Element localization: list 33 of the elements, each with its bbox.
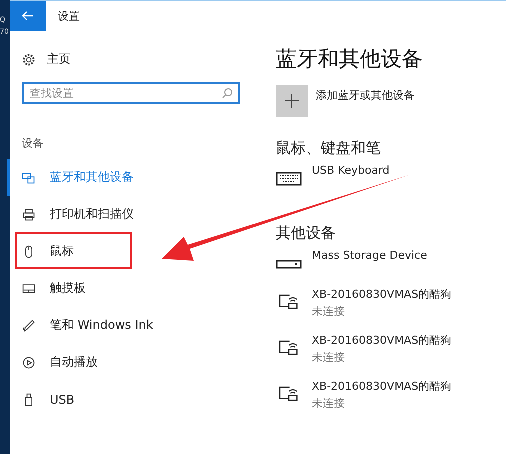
plus-icon xyxy=(285,94,299,108)
touchpad-icon xyxy=(22,282,36,296)
section-heading: 设备 xyxy=(22,136,45,151)
sidebar-item[interactable]: 蓝牙和其他设备 xyxy=(7,159,134,196)
printer-icon xyxy=(22,208,36,222)
back-arrow-icon xyxy=(22,11,34,21)
page-title: 蓝牙和其他设备 xyxy=(276,46,424,73)
play-icon xyxy=(22,356,36,370)
search-icon xyxy=(222,88,233,99)
sidebar-item[interactable]: 自动播放 xyxy=(7,344,98,381)
device-status: 未连接 xyxy=(312,350,346,365)
add-device-label[interactable]: 添加蓝牙或其他设备 xyxy=(316,88,415,103)
device-name[interactable]: Mass Storage Device xyxy=(312,249,428,262)
device-name[interactable]: XB-20160830VMAS的酷狗 xyxy=(312,287,452,302)
device-status: 未连接 xyxy=(312,396,346,411)
add-device-button[interactable] xyxy=(276,85,308,117)
pen-icon xyxy=(22,318,36,332)
group-heading: 其他设备 xyxy=(276,224,337,243)
sidebar-item[interactable]: 笔和 Windows Ink xyxy=(7,307,154,344)
sidebar-item[interactable]: USB xyxy=(7,381,75,418)
home-link[interactable]: 主页 xyxy=(22,51,92,68)
device-icon xyxy=(22,170,36,184)
window-title: 设置 xyxy=(58,8,80,24)
group-heading: 鼠标、键盘和笔 xyxy=(276,139,382,158)
sidebar-item[interactable]: 打印机和扫描仪 xyxy=(7,196,134,233)
search-field[interactable]: 查找设置 xyxy=(22,82,240,104)
keyboard-icon xyxy=(276,170,302,188)
settings-icon xyxy=(22,52,36,66)
device-name[interactable]: XB-20160830VMAS的酷狗 xyxy=(312,379,452,394)
sidebar-item[interactable]: 触摸板 xyxy=(7,270,86,307)
device-name[interactable]: USB Keyboard xyxy=(312,164,390,177)
device-name[interactable]: XB-20160830VMAS的酷狗 xyxy=(312,333,452,348)
device-status: 未连接 xyxy=(312,304,346,319)
